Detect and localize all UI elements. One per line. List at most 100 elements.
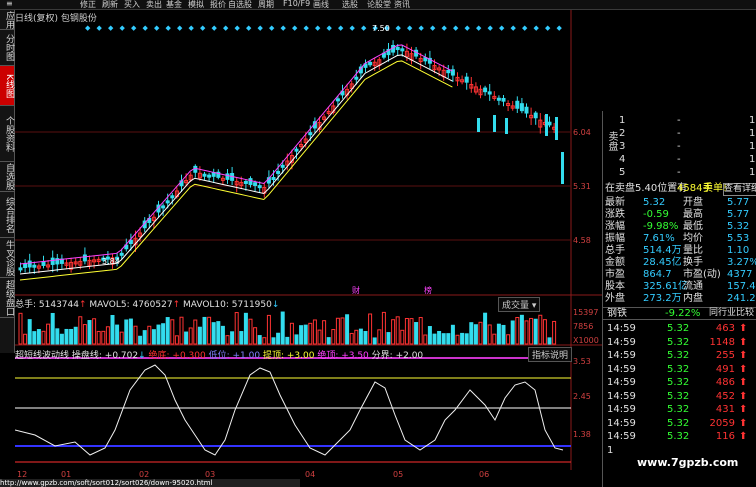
volume-bar bbox=[202, 316, 207, 345]
volume-bar bbox=[41, 330, 46, 345]
volume-bar bbox=[248, 318, 253, 345]
volume-bar bbox=[239, 331, 244, 345]
volume-bar bbox=[23, 333, 28, 345]
toolbar-item-8[interactable]: 周期 bbox=[258, 0, 274, 9]
candle bbox=[477, 118, 480, 132]
oscillator-legend: 超短线波动线 操盘线: +0.702↓ 绝底: +0.300 低位: +1.00… bbox=[15, 351, 424, 361]
left-tab-2[interactable]: K线图 bbox=[0, 66, 14, 106]
status-row: 在卖盘5.40位置有 4584手 卖单! 查看详细 bbox=[603, 183, 756, 196]
volume-bar bbox=[322, 320, 327, 345]
volume-bar bbox=[478, 321, 483, 345]
rank-marker[interactable]: 榜 bbox=[424, 285, 432, 296]
volume-indicator-dropdown[interactable]: 成交量 ▾ bbox=[498, 297, 541, 312]
candle bbox=[276, 170, 281, 174]
volume-bar bbox=[519, 314, 524, 345]
volume-bar bbox=[483, 312, 488, 345]
volume-bar bbox=[377, 329, 382, 345]
candle bbox=[487, 91, 492, 95]
candle bbox=[496, 97, 501, 101]
volume-bar bbox=[32, 331, 37, 345]
volume-bar bbox=[501, 324, 506, 345]
candle bbox=[545, 114, 548, 136]
toolbar-item-2[interactable]: 买入 bbox=[124, 0, 140, 9]
toolbar-item-6[interactable]: 报价 bbox=[210, 0, 226, 9]
toolbar-item-12[interactable]: 论股堂 bbox=[367, 0, 391, 9]
candle bbox=[561, 152, 564, 184]
volume-bar bbox=[211, 322, 216, 345]
toolbar-item-0[interactable]: 修正 bbox=[80, 0, 96, 9]
candle bbox=[515, 100, 520, 109]
left-tab-4[interactable]: 自选股 bbox=[0, 162, 14, 192]
tick-trade-row: 14:59 5.32 491 ⬆ bbox=[607, 363, 748, 375]
volume-bar bbox=[50, 312, 55, 345]
candle bbox=[257, 185, 262, 189]
signal-diamond-icon: ◆ bbox=[200, 24, 206, 32]
vol-label-mid: 7856 bbox=[573, 322, 594, 331]
volume-bar bbox=[414, 322, 419, 345]
candle bbox=[354, 76, 359, 80]
left-tab-1[interactable]: 分时图 bbox=[0, 30, 14, 66]
left-tab-3[interactable]: 个股资料 bbox=[0, 106, 14, 162]
volume-bar bbox=[271, 337, 276, 345]
toolbar-item-1[interactable]: 刷新 bbox=[102, 0, 118, 9]
signal-diamond-icon: ◆ bbox=[143, 24, 149, 32]
view-detail-button[interactable]: 查看详细 bbox=[723, 183, 756, 196]
signal-diamond-icon: ◆ bbox=[120, 24, 126, 32]
volume-bar bbox=[460, 332, 465, 345]
signal-diamond-icon: ◆ bbox=[327, 24, 333, 32]
volume-bar bbox=[188, 327, 193, 345]
volume-bar bbox=[441, 333, 446, 345]
toolbar-item-10[interactable]: 画线 bbox=[313, 0, 329, 9]
signal-diamond-icon: ◆ bbox=[235, 24, 241, 32]
candle bbox=[165, 200, 170, 204]
volume-bar bbox=[547, 337, 552, 345]
toolbar-item-9[interactable]: F10/F9 bbox=[283, 0, 310, 8]
volume-bar bbox=[372, 337, 377, 345]
tick-trade-row: 14:59 5.32 1148 ⬆ bbox=[607, 336, 748, 348]
volume-bar bbox=[174, 335, 179, 345]
menu-icon[interactable]: ≡ bbox=[6, 0, 13, 8]
volume-bar bbox=[59, 333, 64, 345]
tick-trade-row: 14:59 5.32 463 ⬆ bbox=[607, 323, 748, 334]
volume-bar bbox=[432, 333, 437, 345]
left-tab-0[interactable]: 应用 bbox=[0, 10, 14, 30]
volume-bar bbox=[524, 320, 529, 345]
left-tab-5[interactable]: 综合排名 bbox=[0, 192, 14, 238]
volume-bar bbox=[133, 325, 138, 345]
volume-bar bbox=[161, 323, 166, 345]
time-axis-label: 12 bbox=[17, 470, 28, 479]
time-axis-label: 02 bbox=[139, 470, 150, 479]
left-tab-6[interactable]: 牛叉诊股 bbox=[0, 238, 14, 278]
volume-bar bbox=[243, 312, 248, 345]
left-tab-7[interactable]: 超级盘口 bbox=[0, 278, 14, 318]
toolbar-item-7[interactable]: 自选股 bbox=[228, 0, 252, 9]
high-price-annotation: 7.50 bbox=[372, 24, 390, 33]
volume-bar bbox=[151, 329, 156, 345]
price-label-high: 6.04 bbox=[573, 128, 591, 137]
finance-marker[interactable]: 财 bbox=[352, 285, 360, 296]
toolbar-item-5[interactable]: 模拟 bbox=[188, 0, 204, 9]
toolbar-item-3[interactable]: 卖出 bbox=[146, 0, 162, 9]
industry-compare-button[interactable]: 同行业比较 bbox=[709, 308, 754, 319]
volume-bar bbox=[317, 329, 322, 345]
volume-bar bbox=[73, 326, 78, 345]
volume-bar bbox=[46, 323, 51, 345]
volume-bar bbox=[207, 316, 212, 345]
signal-diamond-icon: ◆ bbox=[166, 24, 172, 32]
volume-bar bbox=[400, 329, 405, 345]
watermark: www.7gpzb.com bbox=[637, 456, 739, 469]
kline-chart[interactable]: ◆ ◆ ◆ ◆ ◆ ◆ ◆ ◆ ◆ ◆ ◆ ◆ ◆ ◆ ◆ ◆ ◆ ◆ ◆ ◆ ◆ ◆ ◆ ◆ ◆ ◆ ◆ ◆ ◆ ◆ ◆ ◆ ◆ ◆ ◆ ◆ ◆ ◆ ◆ ◆… bbox=[15, 10, 602, 478]
toolbar-item-4[interactable]: 基金 bbox=[166, 0, 182, 9]
candle bbox=[395, 46, 400, 51]
osc-label-top: 3.53 bbox=[573, 357, 591, 366]
toolbar-item-13[interactable]: 资讯 bbox=[394, 0, 410, 9]
candle bbox=[41, 261, 46, 266]
volume-bar bbox=[312, 319, 317, 345]
volume-bar bbox=[18, 312, 23, 345]
candle bbox=[248, 178, 253, 185]
volume-bar bbox=[455, 334, 460, 345]
toolbar-item-11[interactable]: 选股 bbox=[342, 0, 358, 9]
candle bbox=[464, 76, 469, 83]
indicator-help-button[interactable]: 指标说明 bbox=[528, 347, 573, 362]
time-axis-label: 04 bbox=[305, 470, 316, 479]
